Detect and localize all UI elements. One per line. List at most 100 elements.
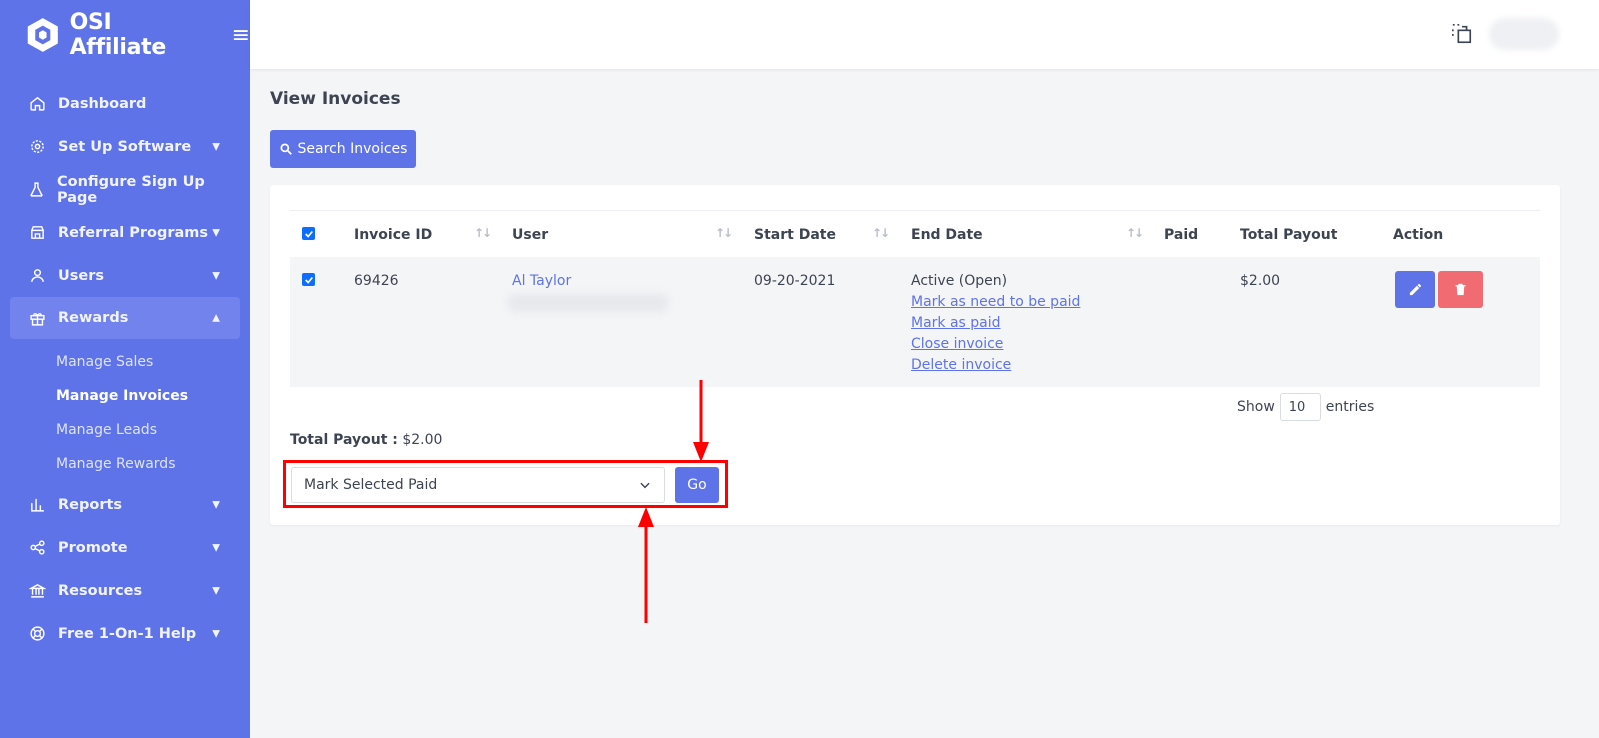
- app-name: OSI Affiliate: [69, 10, 167, 60]
- chevron-down-icon: [640, 482, 650, 489]
- delete-button[interactable]: [1438, 271, 1483, 308]
- delete-invoice-link[interactable]: Delete invoice: [911, 357, 1011, 373]
- chevron-up-icon: ▲: [212, 312, 220, 324]
- user-icon: [28, 267, 46, 285]
- sidebar-item-label: Resources: [58, 582, 143, 599]
- store-icon: [28, 224, 46, 242]
- sort-icon[interactable]: ↑↓: [715, 226, 733, 240]
- brand: OSI Affiliate ≡: [0, 0, 250, 70]
- rewards-submenu: Manage Sales Manage Invoices Manage Lead…: [0, 345, 250, 481]
- sort-icon[interactable]: ↑↓: [474, 226, 492, 240]
- sidebar-nav: Dashboard Set Up Software ▼ Configure Si…: [0, 82, 250, 655]
- flask-icon: [28, 181, 45, 199]
- menu-toggle-icon[interactable]: ≡: [232, 23, 250, 48]
- sidebar-item-referral-programs[interactable]: Referral Programs ▼: [0, 211, 250, 254]
- sidebar-item-label: Users: [58, 267, 105, 284]
- sidebar-item-label: Configure Sign Up Page: [57, 173, 205, 206]
- chevron-down-icon: ▼: [212, 227, 220, 238]
- sidebar-item-promote[interactable]: Promote ▼: [0, 526, 250, 569]
- sidebar-item-label: Rewards: [58, 310, 129, 326]
- sidebar-item-users[interactable]: Users ▼: [0, 254, 250, 297]
- col-paid: Paid: [1164, 227, 1199, 243]
- invoices-card: Invoice ID ↑↓ User ↑↓ Start Date ↑↓ End …: [270, 185, 1560, 525]
- edit-button[interactable]: [1395, 271, 1435, 308]
- col-invoice-id[interactable]: Invoice ID: [354, 227, 432, 243]
- total-payout-value: $2.00: [1240, 273, 1281, 289]
- annotation-arrow-up: [638, 507, 654, 623]
- sidebar-item-rewards[interactable]: Rewards ▲: [10, 297, 240, 339]
- sort-icon[interactable]: ↑↓: [872, 226, 890, 240]
- submenu-item-manage-rewards[interactable]: Manage Rewards: [56, 447, 250, 481]
- mark-as-paid-link[interactable]: Mark as paid: [911, 315, 1001, 331]
- invoice-status: Active (Open): [911, 273, 1008, 289]
- sort-icon[interactable]: ↑↓: [1126, 226, 1144, 240]
- submenu-item-manage-invoices[interactable]: Manage Invoices: [56, 379, 250, 413]
- sidebar-item-resources[interactable]: Resources ▼: [0, 569, 250, 612]
- gear-icon: [28, 138, 46, 156]
- bulk-action-value: Mark Selected Paid: [304, 477, 438, 493]
- chevron-down-icon: ▼: [212, 628, 220, 639]
- sidebar: OSI Affiliate ≡ Dashboard Set Up Softwar…: [0, 0, 250, 738]
- chevron-down-icon: ▼: [212, 141, 220, 152]
- search-invoices-label: Search Invoices: [297, 141, 408, 157]
- screen-icon[interactable]: [1451, 23, 1473, 45]
- row-checkbox[interactable]: [302, 273, 315, 286]
- topbar: [250, 0, 1599, 69]
- sidebar-item-free-help[interactable]: Free 1-On-1 Help ▼: [0, 612, 250, 655]
- chevron-down-icon: ▼: [212, 585, 220, 596]
- table-header: Invoice ID ↑↓ User ↑↓ Start Date ↑↓ End …: [290, 211, 1540, 257]
- logo-icon: [27, 18, 58, 52]
- total-payout: Total Payout : $2.00: [290, 432, 442, 448]
- sidebar-item-label: Set Up Software: [58, 138, 192, 155]
- total-payout-amount: $2.00: [402, 432, 443, 448]
- start-date: 09-20-2021: [754, 273, 836, 289]
- search-icon: [280, 143, 292, 155]
- chevron-down-icon: ▼: [212, 542, 220, 553]
- search-invoices-button[interactable]: Search Invoices: [270, 130, 416, 168]
- sidebar-item-label: Referral Programs: [58, 224, 209, 241]
- sidebar-item-set-up-software[interactable]: Set Up Software ▼: [0, 125, 250, 168]
- submenu-item-manage-leads[interactable]: Manage Leads: [56, 413, 250, 447]
- col-start-date[interactable]: Start Date: [754, 227, 836, 243]
- submenu-item-manage-sales[interactable]: Manage Sales: [56, 345, 250, 379]
- bank-icon: [28, 582, 46, 600]
- sidebar-item-reports[interactable]: Reports ▼: [0, 483, 250, 526]
- lifebuoy-icon: [28, 625, 46, 643]
- sidebar-item-label: Reports: [58, 496, 123, 513]
- col-user[interactable]: User: [512, 227, 548, 243]
- chevron-down-icon: ▼: [212, 270, 220, 281]
- entries-label: entries: [1325, 399, 1375, 415]
- annotation-arrow-down: [693, 380, 709, 462]
- close-invoice-link[interactable]: Close invoice: [911, 336, 1003, 352]
- show-entries: Show 10 entries: [1237, 393, 1374, 421]
- sidebar-item-configure-sign-up-page[interactable]: Configure Sign Up Page: [0, 168, 250, 211]
- pencil-icon: [1409, 283, 1421, 296]
- table-row: 69426 Al Taylor 09-20-2021 Active (Open)…: [290, 257, 1540, 387]
- chevron-down-icon: ▼: [212, 499, 220, 510]
- user-link[interactable]: Al Taylor: [512, 273, 571, 289]
- col-action: Action: [1393, 227, 1444, 243]
- col-total-payout: Total Payout: [1240, 227, 1338, 243]
- bulk-action-select[interactable]: Mark Selected Paid: [291, 467, 665, 503]
- mark-need-to-be-paid-link[interactable]: Mark as need to be paid: [911, 294, 1080, 310]
- col-end-date[interactable]: End Date: [911, 227, 983, 243]
- page-title: View Invoices: [270, 89, 401, 109]
- sidebar-item-label: Dashboard: [58, 95, 147, 112]
- entries-input[interactable]: 10: [1279, 393, 1321, 421]
- go-button[interactable]: Go: [675, 467, 719, 503]
- avatar[interactable]: [1489, 18, 1559, 50]
- invoices-table: Invoice ID ↑↓ User ↑↓ Start Date ↑↓ End …: [290, 210, 1540, 387]
- home-icon: [28, 95, 46, 113]
- user-email-redacted: [508, 294, 668, 312]
- gift-icon: [28, 309, 46, 327]
- select-all-checkbox[interactable]: [302, 227, 315, 240]
- total-payout-label: Total Payout :: [290, 432, 398, 448]
- sidebar-item-label: Promote: [58, 539, 128, 556]
- sidebar-item-label: Free 1-On-1 Help: [58, 625, 197, 642]
- show-label: Show: [1237, 399, 1275, 415]
- trash-icon: [1455, 283, 1466, 296]
- invoice-id: 69426: [354, 273, 399, 289]
- share-icon: [28, 539, 46, 557]
- bar-chart-icon: [28, 496, 46, 514]
- sidebar-item-dashboard[interactable]: Dashboard: [0, 82, 250, 125]
